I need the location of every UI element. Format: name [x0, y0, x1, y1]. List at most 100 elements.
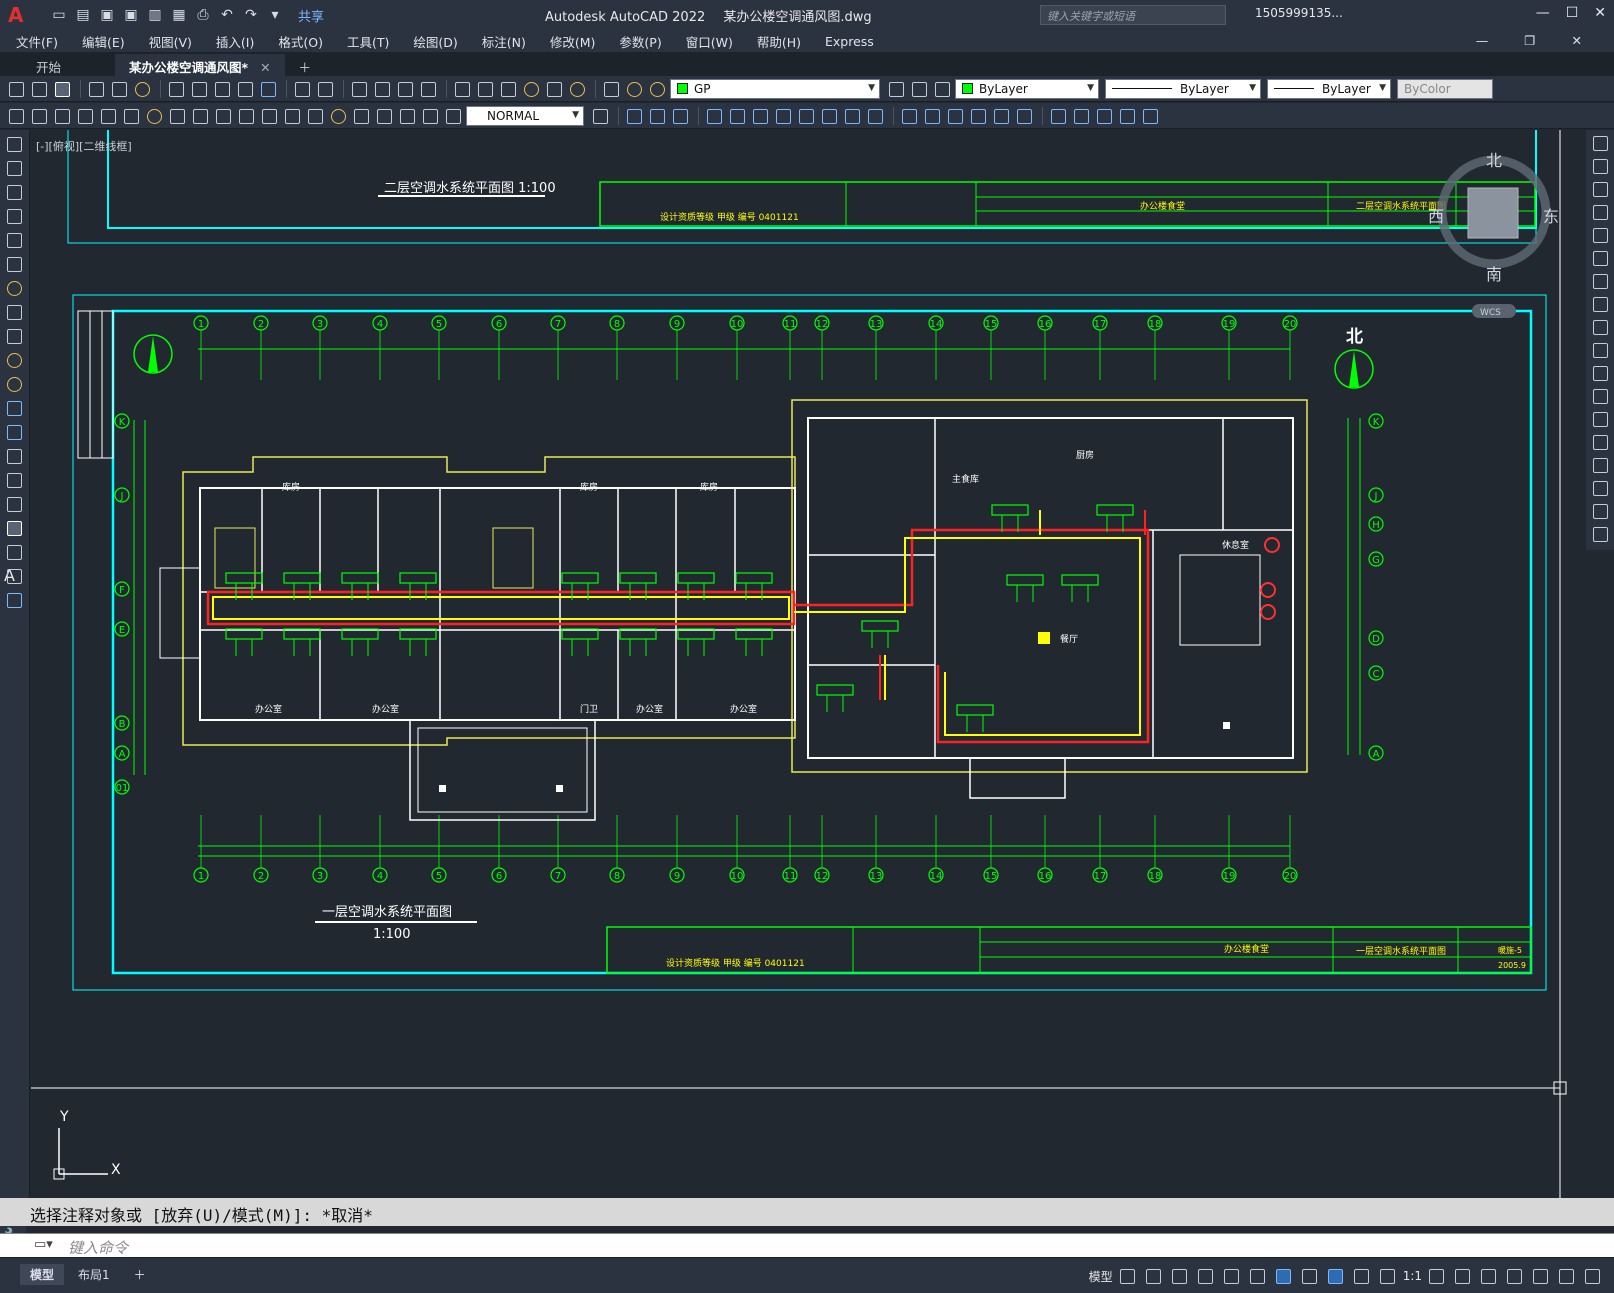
save-web-icon[interactable]: ▦: [170, 6, 188, 24]
rectangle-icon[interactable]: [4, 230, 24, 250]
redo-icon[interactable]: ↷: [242, 6, 260, 24]
doc-restore-icon[interactable]: ❐: [1524, 33, 1535, 48]
break-right-icon[interactable]: [1590, 409, 1610, 429]
array-right-icon[interactable]: [1590, 225, 1610, 245]
offset-icon[interactable]: [704, 106, 724, 126]
dim-aligned-icon[interactable]: [29, 106, 49, 126]
open-web-icon[interactable]: ▥: [146, 6, 164, 24]
edit-hatch-icon[interactable]: [1140, 106, 1160, 126]
maximize-icon[interactable]: ☐: [1566, 5, 1579, 21]
pan-icon[interactable]: [349, 79, 369, 99]
layer-dropdown[interactable]: GP ▼: [670, 78, 880, 99]
doc-close-icon[interactable]: ✕: [1572, 33, 1582, 48]
undo-icon[interactable]: ↶: [218, 6, 236, 24]
scale-icon[interactable]: [796, 106, 816, 126]
center-mark-icon[interactable]: [328, 106, 348, 126]
stretch-right-icon[interactable]: [1590, 317, 1610, 337]
zoom-window-icon[interactable]: [395, 79, 415, 99]
layer-previous-icon[interactable]: [909, 79, 929, 99]
help-icon[interactable]: [567, 79, 587, 99]
offset-right-icon[interactable]: [1590, 202, 1610, 222]
dim-diameter-icon[interactable]: [144, 106, 164, 126]
fillet-icon[interactable]: [968, 106, 988, 126]
move-icon[interactable]: [750, 106, 770, 126]
publish-icon[interactable]: [132, 79, 152, 99]
plot-tb-icon[interactable]: [86, 79, 106, 99]
break-icon[interactable]: [899, 106, 919, 126]
tab-drawing[interactable]: 某办公楼空调通风图* ✕: [115, 54, 285, 76]
tab-close-icon[interactable]: ✕: [260, 60, 270, 75]
new-file-icon[interactable]: ▭: [50, 6, 68, 24]
viewcube-east[interactable]: 东: [1543, 207, 1559, 226]
make-current-icon[interactable]: [886, 79, 906, 99]
tool-palette-icon[interactable]: [498, 79, 518, 99]
open-icon[interactable]: [29, 79, 49, 99]
command-input[interactable]: ▭▾ 键入命令: [0, 1233, 1614, 1257]
make-block-icon[interactable]: [4, 422, 24, 442]
save-tb-icon[interactable]: [52, 79, 72, 99]
workspace-gear-icon[interactable]: [1426, 1266, 1446, 1286]
dim-edit-icon[interactable]: [397, 106, 417, 126]
mirror-right-icon[interactable]: [1590, 179, 1610, 199]
menu-parametric[interactable]: 参数(P): [619, 32, 661, 51]
properties-icon[interactable]: [452, 79, 472, 99]
dim-text-edit-icon[interactable]: [420, 106, 440, 126]
break-point-icon[interactable]: [1590, 386, 1610, 406]
insert-block-icon[interactable]: [4, 398, 24, 418]
dim-ordinate-icon[interactable]: [75, 106, 95, 126]
array-icon[interactable]: [727, 106, 747, 126]
user-account[interactable]: 1505999135...: [1255, 6, 1343, 20]
layer-match-icon[interactable]: [932, 79, 952, 99]
arc-icon[interactable]: [4, 254, 24, 274]
chamfer-right-icon[interactable]: [1590, 455, 1610, 475]
tab-start[interactable]: 开始: [22, 54, 75, 76]
spline-icon[interactable]: [4, 326, 24, 346]
lineweight-dropdown[interactable]: ByLayer ▼: [1267, 78, 1391, 99]
quick-properties-icon[interactable]: [1504, 1266, 1524, 1286]
copy-object-icon[interactable]: [647, 106, 667, 126]
dimstyle-dropdown[interactable]: NORMAL ▼: [466, 105, 584, 126]
inspect-icon[interactable]: [351, 106, 371, 126]
menu-insert[interactable]: 插入(I): [216, 32, 254, 51]
point-icon[interactable]: [4, 446, 24, 466]
polygon-icon[interactable]: [4, 206, 24, 226]
snap-icon[interactable]: [1143, 1266, 1163, 1286]
zoom-realtime-icon[interactable]: [372, 79, 392, 99]
blend-icon[interactable]: [1590, 501, 1610, 521]
menu-file[interactable]: 文件(F): [16, 32, 58, 51]
auto-scale-icon[interactable]: [1351, 1266, 1371, 1286]
menu-modify[interactable]: 修改(M): [550, 32, 596, 51]
drawing-canvas[interactable]: 二层空调水系统平面图 1:100 设计资质等级 甲级 编号 0401121 办公…: [31, 130, 1586, 1198]
qat-dropdown-icon[interactable]: ▾: [266, 6, 284, 24]
design-center-icon[interactable]: [475, 79, 495, 99]
plotstyle-dropdown[interactable]: ByColor: [1397, 78, 1493, 99]
isolate-objects-icon[interactable]: [1530, 1266, 1550, 1286]
lengthen-icon[interactable]: [1014, 106, 1034, 126]
add-layout-button[interactable]: ＋: [124, 1264, 156, 1285]
dim-break-icon[interactable]: [282, 106, 302, 126]
layer-properties-icon[interactable]: [601, 79, 621, 99]
model-space-button[interactable]: 模型: [1089, 1268, 1113, 1285]
edit-spline-icon[interactable]: [1117, 106, 1137, 126]
viewcube-south[interactable]: 南: [1486, 265, 1502, 284]
move-right-icon[interactable]: [1590, 248, 1610, 268]
dim-continue-icon[interactable]: [236, 106, 256, 126]
ellipse-arc-icon[interactable]: [4, 374, 24, 394]
qnew-icon[interactable]: [6, 79, 26, 99]
dim-space-icon[interactable]: [259, 106, 279, 126]
scale-right-icon[interactable]: [1590, 294, 1610, 314]
dim-angular-icon[interactable]: [167, 106, 187, 126]
ellipse-icon[interactable]: [4, 350, 24, 370]
annotation-scale-value[interactable]: 1:1: [1403, 1269, 1422, 1283]
wcs-menu[interactable]: WCS: [1480, 308, 1501, 318]
erase-icon[interactable]: [624, 106, 644, 126]
isodraft-icon[interactable]: [1221, 1266, 1241, 1286]
cut-icon[interactable]: [166, 79, 186, 99]
table-icon[interactable]: [4, 542, 24, 562]
stretch-icon[interactable]: [819, 106, 839, 126]
menu-help[interactable]: 帮助(H): [757, 32, 801, 51]
dim-radius-icon[interactable]: [98, 106, 118, 126]
dim-linear-icon[interactable]: [6, 106, 26, 126]
dim-jogged-icon[interactable]: [121, 106, 141, 126]
annotation-visibility-icon[interactable]: [1325, 1266, 1345, 1286]
